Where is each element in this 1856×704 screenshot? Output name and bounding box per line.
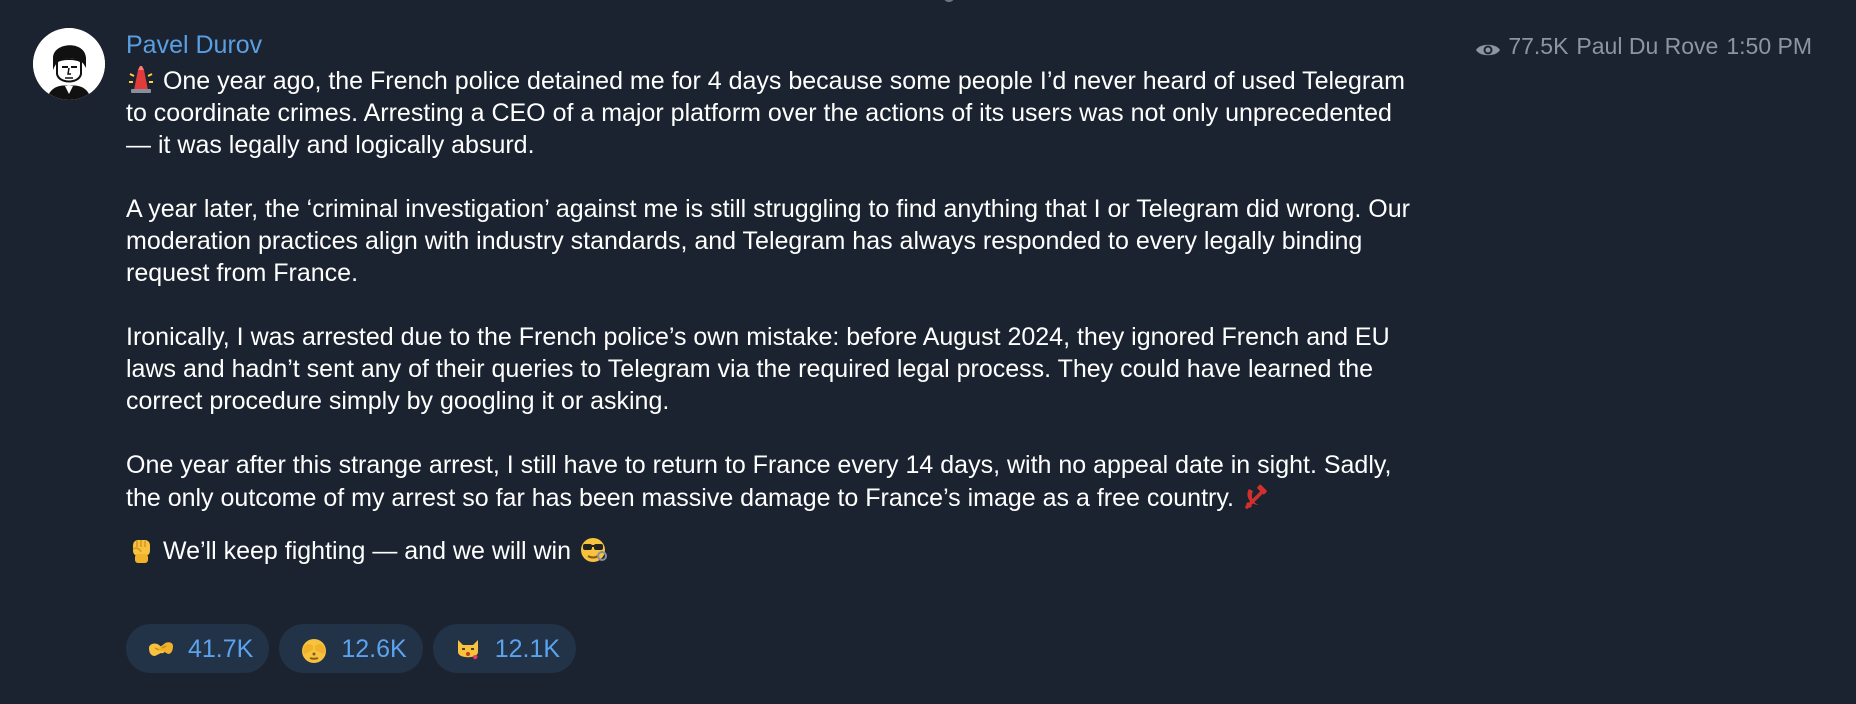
message-paragraph: One year after this strange arrest, I st… (126, 451, 1392, 512)
sunglasses-face-emoji (578, 534, 608, 564)
hugging-hands-emoji (146, 634, 176, 664)
message-paragraph: One year ago, the French police detained… (126, 64, 1416, 161)
message-meta: 77.5K Paul Du Rove 1:50 PM (1474, 30, 1812, 62)
raised-fist-emoji (126, 534, 156, 564)
views-count: 77.5K (1508, 33, 1569, 59)
message-paragraph: We’ll keep fighting — and we will win (126, 534, 1416, 567)
message-text: One year ago, the French police detained… (126, 64, 1416, 567)
reactions-bar: 41.7K 12.6K 12.1K (126, 624, 577, 673)
hammer-and-sickle-emoji (1241, 481, 1271, 511)
reaction-hugging-hands[interactable]: 41.7K (126, 624, 270, 673)
reaction-count: 41.7K (188, 634, 254, 663)
see-no-evil-emoji (299, 634, 329, 664)
reaction-count: 12.1K (494, 634, 561, 663)
reaction-kissing-cat[interactable]: 12.1K (432, 624, 577, 673)
police-car-light-emoji (126, 64, 156, 94)
message-paragraph: A year later, the ‘criminal investigatio… (126, 195, 1410, 287)
reaction-see-no-evil[interactable]: 12.6K (279, 624, 423, 673)
avatar-portrait-icon (33, 28, 105, 100)
sender-name[interactable]: Pavel Durov (126, 28, 262, 62)
kissing-cat-emoji (453, 634, 483, 664)
avatar[interactable] (33, 28, 105, 100)
channel-message: Pavel Durov 77.5K Paul Du Rove 1:50 PM O… (0, 0, 1856, 704)
reaction-count: 12.6K (341, 634, 407, 663)
author-signature: Paul Du Rove (1576, 33, 1719, 59)
message-time: 1:50 PM (1726, 33, 1812, 59)
views-eye-icon (1474, 36, 1502, 56)
message-paragraph: Ironically, I was arrested due to the Fr… (126, 323, 1390, 415)
